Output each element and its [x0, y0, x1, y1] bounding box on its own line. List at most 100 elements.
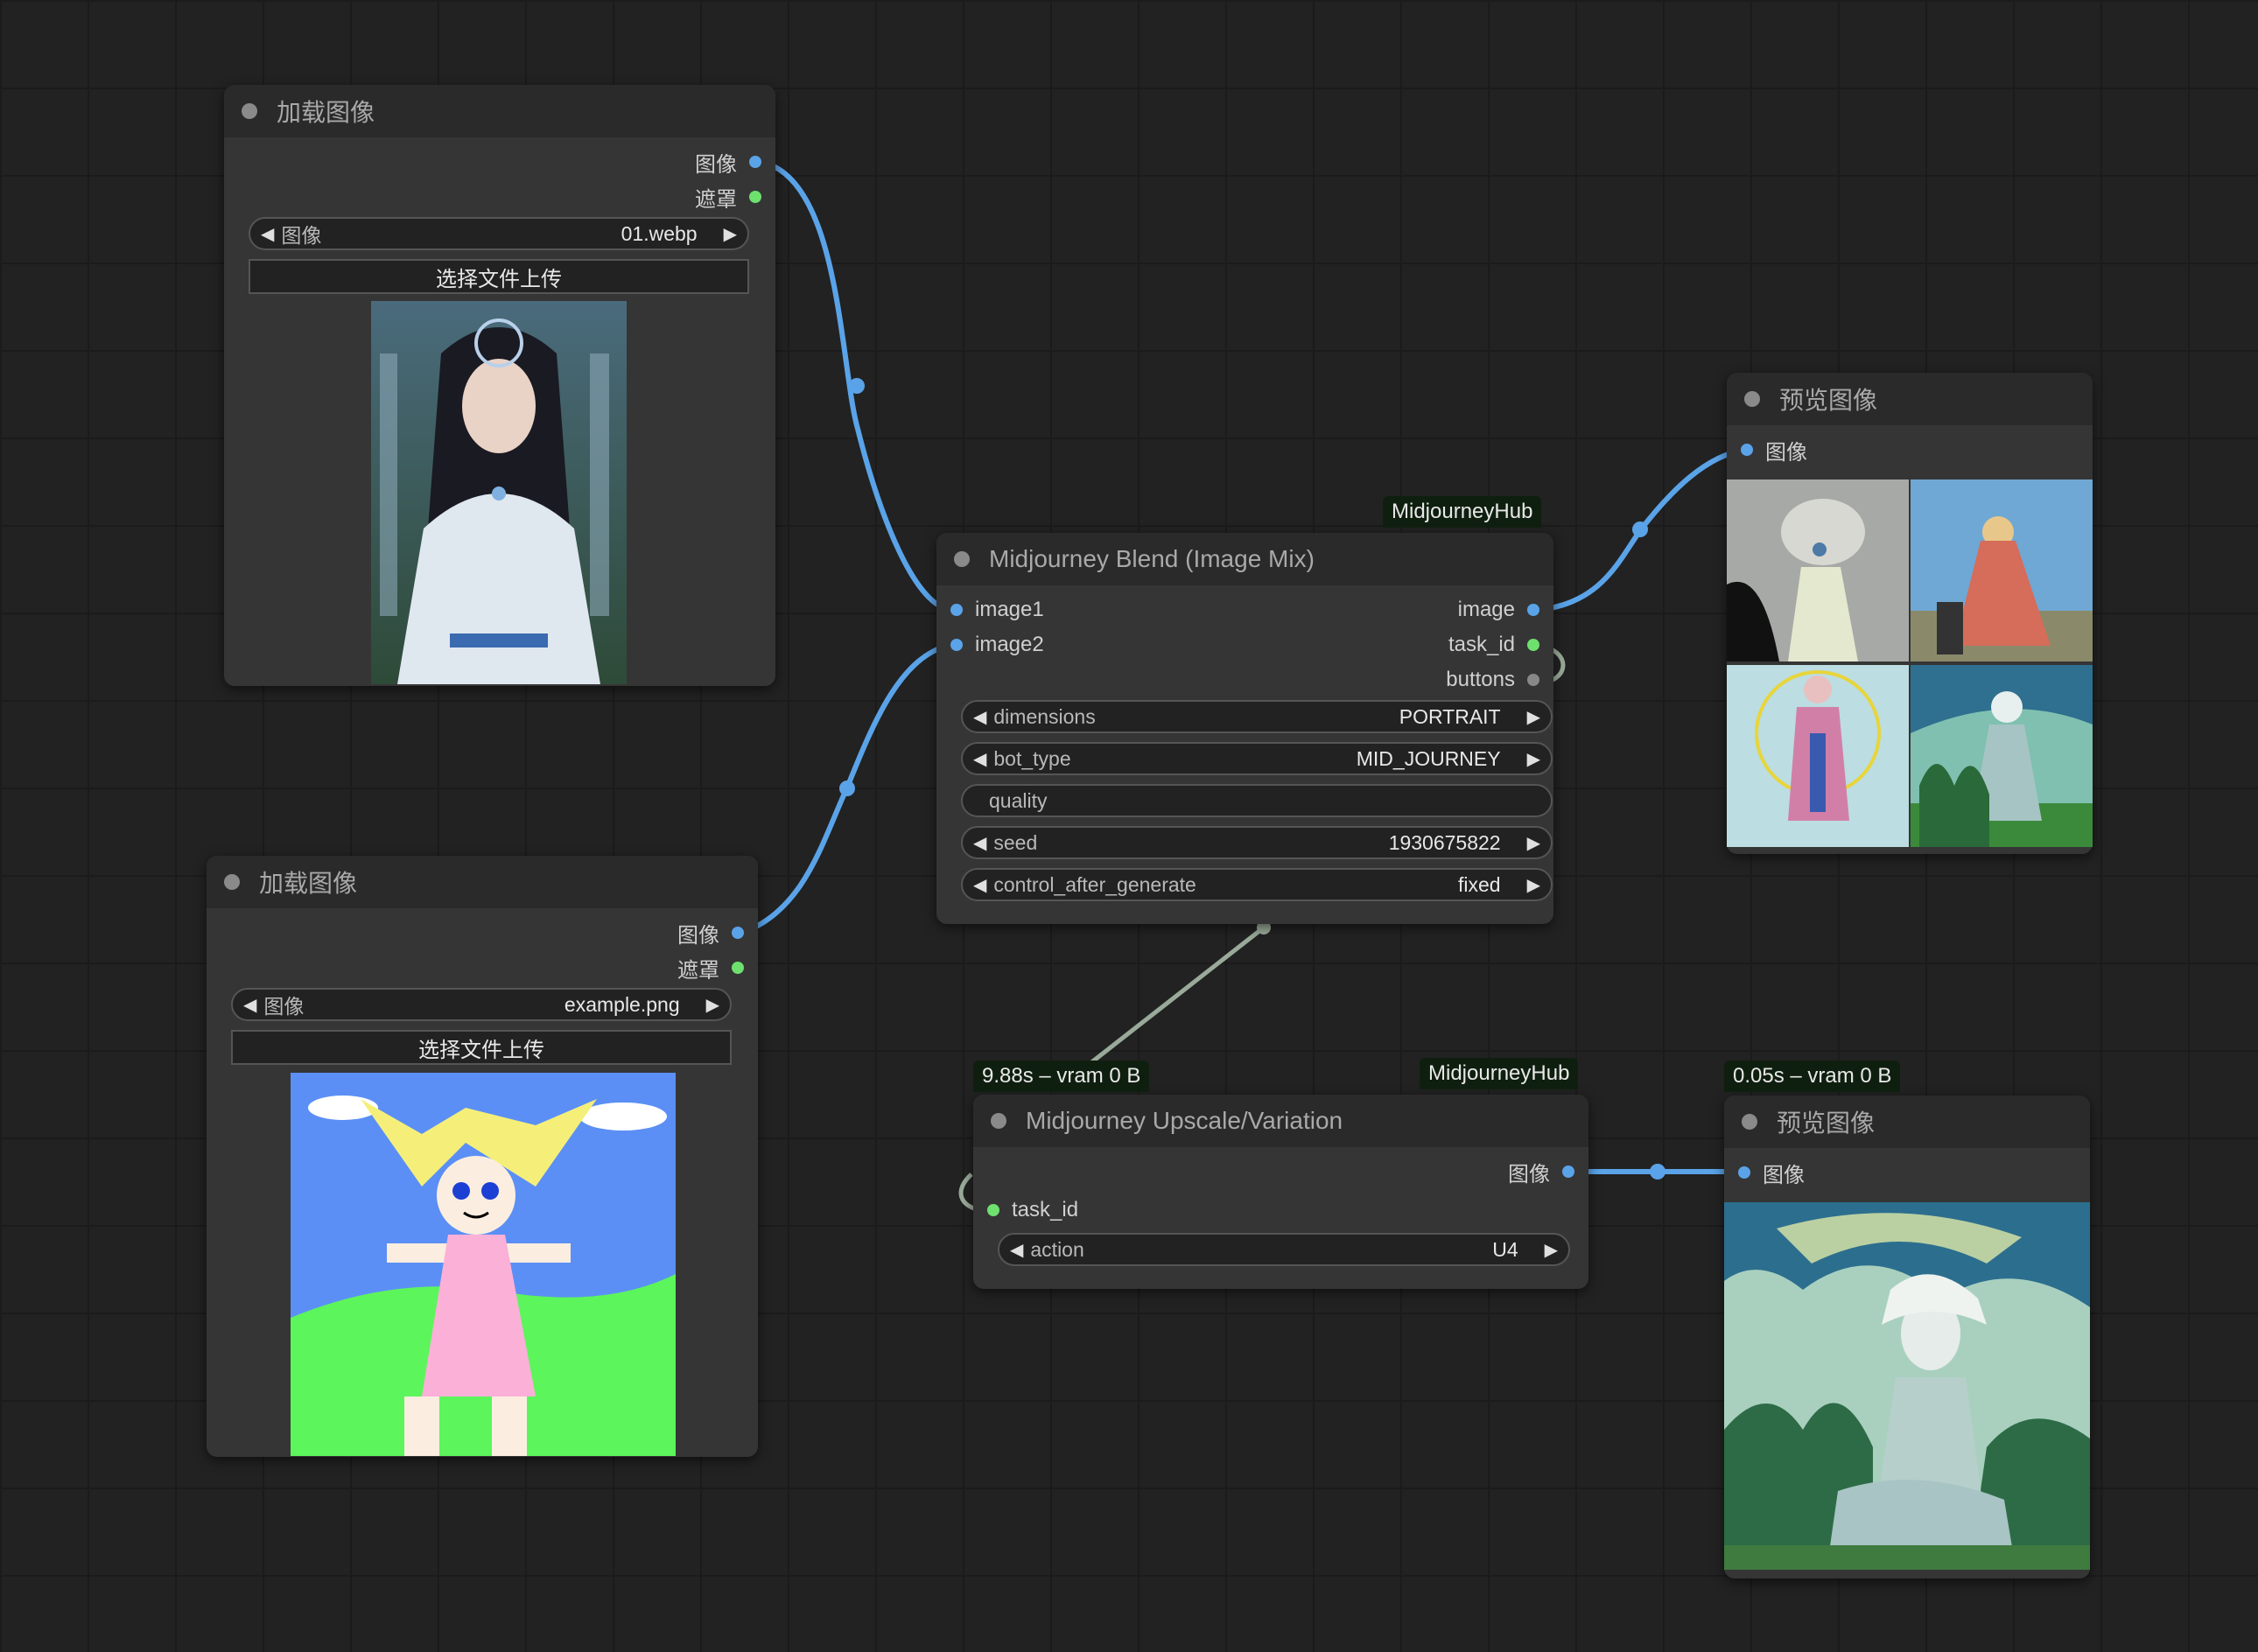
- increment-arrow-icon[interactable]: ▶: [1527, 706, 1540, 728]
- decrement-arrow-icon[interactable]: ◀: [243, 994, 256, 1016]
- increment-arrow-icon[interactable]: ▶: [1527, 748, 1540, 770]
- link-blend-to-preview1[interactable]: [1537, 447, 1747, 612]
- collapse-dot-icon[interactable]: [242, 103, 257, 119]
- output-dot-icon[interactable]: [1527, 639, 1539, 651]
- link-task-diagonal[interactable]: [1089, 926, 1266, 1065]
- loaded-image-drawing: [291, 1073, 676, 1456]
- collapse-dot-icon[interactable]: [224, 874, 240, 890]
- link-load1-to-blend-image1[interactable]: [759, 159, 951, 612]
- decrement-arrow-icon[interactable]: ◀: [1010, 1239, 1023, 1261]
- control-after-generate-widget[interactable]: ◀ control_after_generate fixed ▶: [961, 868, 1553, 901]
- output-slot-image[interactable]: 图像: [695, 146, 761, 178]
- output-slot-mask[interactable]: 遮罩: [695, 181, 761, 213]
- output-label: 图像: [695, 152, 737, 177]
- preview-image-node-1[interactable]: 预览图像 图像: [1727, 373, 2093, 854]
- image-combo-widget[interactable]: ◀ 图像 01.webp ▶: [249, 217, 749, 250]
- link-midpoint-5[interactable]: [1650, 1164, 1665, 1180]
- seed-number-widget[interactable]: ◀ seed 1930675822 ▶: [961, 826, 1553, 859]
- node-title-bar[interactable]: Midjourney Upscale/Variation: [973, 1095, 1588, 1147]
- node-title-bar[interactable]: 加载图像: [207, 856, 758, 908]
- midjourney-upscale-node[interactable]: Midjourney Upscale/Variation 图像 task_id …: [973, 1095, 1588, 1289]
- input-dot-icon[interactable]: [950, 639, 963, 651]
- node-title-bar[interactable]: Midjourney Blend (Image Mix): [936, 533, 1553, 585]
- decrement-arrow-icon[interactable]: ◀: [261, 223, 274, 245]
- image-combo-widget[interactable]: ◀ 图像 example.png ▶: [231, 988, 732, 1021]
- decrement-arrow-icon[interactable]: ◀: [973, 874, 986, 896]
- output-slot-image[interactable]: image: [1458, 594, 1539, 626]
- link-midpoint-3[interactable]: [1632, 522, 1648, 537]
- input-dot-icon[interactable]: [987, 1204, 999, 1216]
- link-load2-to-blend-image2[interactable]: [740, 642, 951, 935]
- output-dot-icon[interactable]: [749, 156, 761, 168]
- output-label: image: [1457, 598, 1515, 621]
- load-image-node-2[interactable]: 加载图像 图像 遮罩 ◀ 图像 example.png ▶ 选择文件上传: [207, 856, 758, 1457]
- output-dot-icon[interactable]: [1527, 674, 1539, 686]
- quality-text-widget[interactable]: quality: [961, 784, 1553, 817]
- node-title-bar[interactable]: 预览图像: [1724, 1096, 2090, 1148]
- input-slot-task-id[interactable]: task_id: [987, 1194, 1078, 1226]
- upload-button[interactable]: 选择文件上传: [249, 259, 749, 294]
- node-title-bar[interactable]: 加载图像: [224, 85, 775, 137]
- midjourney-blend-node[interactable]: Midjourney Blend (Image Mix) image1 imag…: [936, 533, 1553, 924]
- output-dot-icon[interactable]: [732, 927, 744, 939]
- input-slot-image2[interactable]: image2: [950, 629, 1044, 661]
- output-slot-image[interactable]: 图像: [1508, 1156, 1574, 1187]
- output-dot-icon[interactable]: [749, 191, 761, 203]
- input-slot-image1[interactable]: image1: [950, 594, 1044, 626]
- upload-button[interactable]: 选择文件上传: [231, 1030, 732, 1065]
- output-dot-icon[interactable]: [1527, 604, 1539, 616]
- decrement-arrow-icon[interactable]: ◀: [973, 706, 986, 728]
- input-label: 图像: [1763, 1163, 1805, 1187]
- action-combo-widget[interactable]: ◀ action U4 ▶: [998, 1233, 1570, 1266]
- input-label: task_id: [1012, 1198, 1079, 1222]
- execution-timing-badge: 0.05s – vram 0 B: [1724, 1060, 1901, 1092]
- output-label: buttons: [1446, 668, 1515, 691]
- output-slot-image[interactable]: 图像: [677, 917, 744, 948]
- preview-image-node-2[interactable]: 预览图像 图像: [1724, 1096, 2090, 1578]
- input-dot-icon[interactable]: [1741, 444, 1753, 456]
- decrement-arrow-icon[interactable]: ◀: [973, 832, 986, 854]
- preview-image-grid[interactable]: [1727, 480, 2093, 847]
- node-title: 加载图像: [277, 99, 375, 126]
- bot-type-combo-widget[interactable]: ◀ bot_type MID_JOURNEY ▶: [961, 742, 1553, 775]
- preview-image-upscaled[interactable]: [1724, 1202, 2090, 1570]
- input-dot-icon[interactable]: [950, 604, 963, 616]
- increment-arrow-icon[interactable]: ▶: [1545, 1239, 1558, 1261]
- collapse-dot-icon[interactable]: [954, 551, 970, 567]
- dimensions-combo-widget[interactable]: ◀ dimensions PORTRAIT ▶: [961, 700, 1553, 733]
- collapse-dot-icon[interactable]: [1742, 1114, 1757, 1130]
- output-label: 遮罩: [677, 958, 719, 983]
- output-slot-mask[interactable]: 遮罩: [677, 952, 744, 984]
- link-midpoint-2[interactable]: [839, 780, 855, 796]
- widget-value: fixed: [1458, 872, 1501, 896]
- input-dot-icon[interactable]: [1738, 1166, 1750, 1179]
- increment-arrow-icon[interactable]: ▶: [706, 994, 719, 1016]
- widget-label: quality: [989, 788, 1048, 812]
- load-image-node-1[interactable]: 加载图像 图像 遮罩 ◀ 图像 01.webp ▶ 选择文件上传: [224, 85, 775, 686]
- widget-value: 01.webp: [621, 221, 698, 245]
- increment-arrow-icon[interactable]: ▶: [1527, 874, 1540, 896]
- increment-arrow-icon[interactable]: ▶: [1527, 832, 1540, 854]
- node-title: 预览图像: [1779, 387, 1878, 414]
- link-midpoint-1[interactable]: [849, 378, 865, 394]
- output-dot-icon[interactable]: [1562, 1166, 1574, 1178]
- collapse-dot-icon[interactable]: [991, 1113, 1006, 1129]
- input-slot-image[interactable]: 图像: [1741, 434, 1807, 466]
- collapse-dot-icon[interactable]: [1744, 391, 1760, 407]
- output-dot-icon[interactable]: [732, 962, 744, 974]
- output-slot-task-id[interactable]: task_id: [1448, 629, 1539, 661]
- node-title: Midjourney Upscale/Variation: [1026, 1107, 1343, 1134]
- node-badge: MidjourneyHub: [1383, 496, 1542, 528]
- node-title-bar[interactable]: 预览图像: [1727, 373, 2093, 425]
- input-label: 图像: [1765, 440, 1807, 465]
- output-label: 图像: [1508, 1162, 1550, 1186]
- widget-label: action: [1030, 1237, 1084, 1261]
- widget-value: example.png: [564, 992, 680, 1016]
- output-slot-buttons[interactable]: buttons: [1446, 664, 1539, 696]
- widget-value: U4: [1492, 1237, 1518, 1261]
- node-title: Midjourney Blend (Image Mix): [989, 545, 1315, 572]
- decrement-arrow-icon[interactable]: ◀: [973, 748, 986, 770]
- widget-value: MID_JOURNEY: [1356, 746, 1501, 770]
- increment-arrow-icon[interactable]: ▶: [724, 223, 737, 245]
- input-slot-image[interactable]: 图像: [1738, 1157, 1805, 1188]
